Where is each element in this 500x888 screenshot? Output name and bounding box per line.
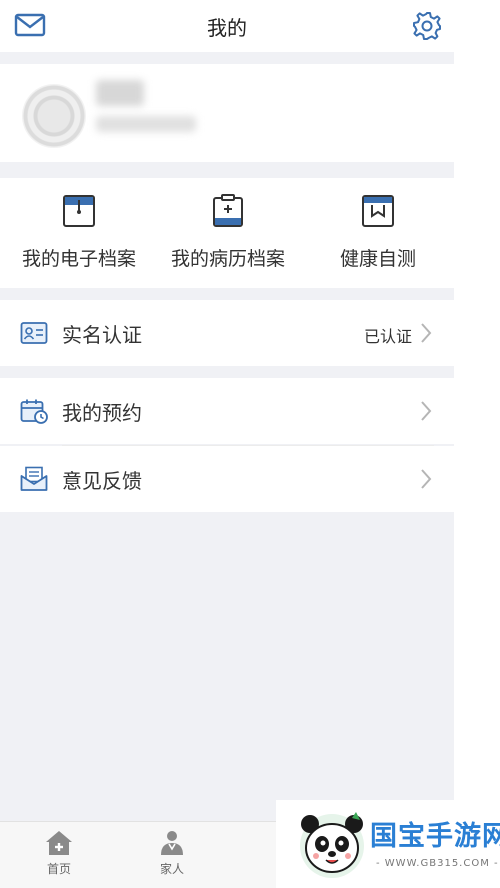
page-title: 我的	[207, 16, 247, 40]
user-name-blurred	[96, 80, 144, 106]
chevron-right-icon	[421, 469, 432, 489]
user-phone-blurred	[96, 116, 196, 132]
row-label: 意见反馈	[62, 469, 142, 493]
user-profile-card[interactable]	[0, 64, 454, 162]
verification-status: 已认证	[363, 327, 412, 346]
real-name-verification-row[interactable]: 实名认证 已认证	[0, 300, 454, 366]
tab-home[interactable]: 首页	[29, 830, 89, 877]
avatar	[22, 84, 86, 148]
feedback-mail-icon	[20, 466, 48, 491]
tab-label: 首页	[46, 862, 71, 876]
chevron-right-icon	[421, 323, 432, 343]
feedback-row[interactable]: 意见反馈	[0, 446, 454, 512]
tab-family[interactable]: 家人	[142, 830, 202, 877]
quick-action-label: 我的病历档案	[170, 248, 285, 270]
watermark-url: - WWW.GB315.COM -	[376, 858, 499, 869]
row-label: 实名认证	[62, 323, 142, 347]
gear-icon[interactable]	[411, 10, 443, 42]
quick-action-electronic-archive[interactable]: 我的电子档案	[4, 194, 154, 271]
top-bar: 我的	[0, 0, 454, 52]
profile-screen: 我的 我的电子档案 我的病历档案 健康自测 实名认证 已认证 我的预约 意见反馈	[0, 0, 454, 888]
calendar-clock-icon	[20, 399, 48, 424]
quick-action-label: 健康自测	[339, 248, 416, 270]
watermark: 国宝手游网 - WWW.GB315.COM -	[276, 800, 500, 888]
watermark-title: 国宝手游网	[370, 821, 500, 852]
health-test-icon	[362, 195, 394, 227]
family-doctor-icon	[161, 831, 183, 855]
row-label: 我的预约	[62, 401, 142, 425]
chevron-right-icon	[421, 401, 432, 421]
panda-logo-icon	[300, 812, 364, 878]
medical-record-icon	[213, 194, 243, 227]
quick-actions: 我的电子档案 我的病历档案 健康自测	[0, 178, 454, 288]
quick-action-label: 我的电子档案	[21, 248, 136, 270]
my-appointments-row[interactable]: 我的预约	[0, 378, 454, 444]
archive-icon	[63, 195, 95, 227]
id-card-icon	[20, 322, 48, 344]
quick-action-medical-record[interactable]: 我的病历档案	[153, 194, 303, 271]
quick-action-health-test[interactable]: 健康自测	[303, 194, 453, 271]
tab-label: 家人	[159, 862, 184, 876]
home-plus-icon	[46, 831, 72, 855]
